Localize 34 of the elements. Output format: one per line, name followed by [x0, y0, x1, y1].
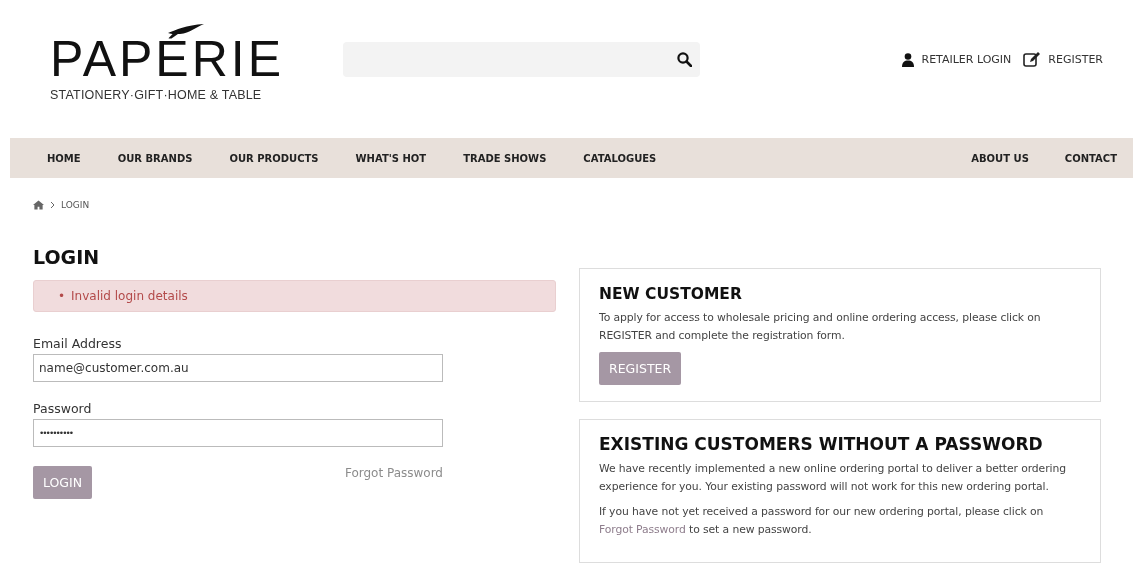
nav-item[interactable]: HOME	[47, 152, 81, 164]
search-icon[interactable]	[677, 52, 692, 67]
card-title: NEW CUSTOMER	[599, 285, 743, 303]
field-label: Password	[33, 401, 93, 416]
email-field[interactable]: name@customer.com.au	[33, 354, 443, 382]
field-label: Email Address	[33, 336, 123, 351]
nav-item[interactable]: ABOUT US	[971, 152, 1029, 164]
nav-item[interactable]: OUR PRODUCTS	[229, 152, 319, 164]
nav-item[interactable]: OUR BRANDS	[117, 152, 193, 164]
nav-item[interactable]: TRADE SHOWS	[463, 152, 547, 164]
login-title: LOGIN	[33, 246, 101, 268]
card-text: We have recently implemented a new online ordering portal to deliver a better ordering experience for you. Your existing password will not work for this new ordering portal.	[599, 461, 1067, 495]
home-icon[interactable]	[33, 200, 44, 210]
bullet-icon: •	[58, 289, 66, 303]
edit-icon	[1023, 52, 1041, 67]
leaf-icon	[168, 24, 204, 34]
logo-name: PAPÉRIE	[50, 34, 285, 84]
error-message: Invalid login details	[71, 289, 188, 303]
forgot-password-link[interactable]: Forgot Password	[344, 466, 443, 480]
forgot-password-link[interactable]: Forgot Password	[599, 523, 686, 536]
search-field[interactable]	[343, 42, 700, 77]
header-link[interactable]: REGISTER	[1023, 52, 1103, 67]
logo-tagline: STATIONERY·GIFT·HOME & TABLE	[50, 88, 262, 102]
nav-item[interactable]: CONTACT	[1064, 152, 1117, 164]
card-title: EXISTING CUSTOMERS WITHOUT A PASSWORD	[599, 434, 1044, 454]
breadcrumb-item: LOGIN	[61, 200, 90, 210]
card-text: To apply for access to wholesale pricing and online ordering access, please click on REGISTER and complete the registration form.	[599, 310, 1042, 344]
nav-item[interactable]: CATALOGUES	[583, 152, 657, 164]
header-link[interactable]: RETAILER LOGIN	[901, 52, 1012, 67]
user-icon	[901, 52, 914, 67]
card-text: If you have not yet received a password for our new ordering portal, please click on Forgot Password to set a new password.	[599, 504, 1045, 538]
password-field[interactable]: ••••••••••	[33, 419, 443, 447]
nav-item[interactable]: WHAT'S HOT	[355, 152, 427, 164]
chevron-icon	[50, 201, 55, 209]
